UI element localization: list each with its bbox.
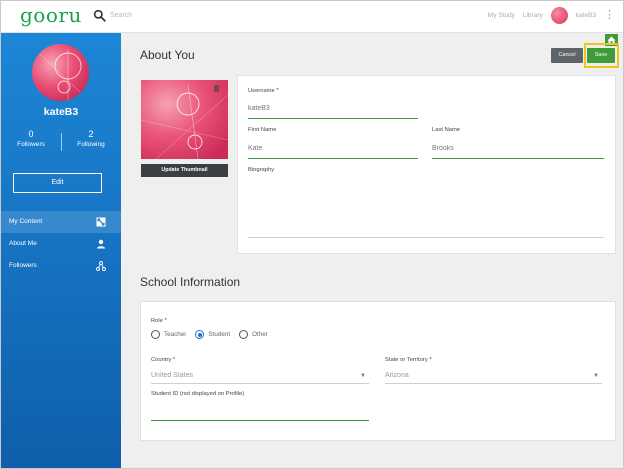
country-select[interactable]: United States — [151, 372, 193, 379]
username-field[interactable] — [248, 105, 418, 112]
country-label: Country * — [151, 357, 176, 363]
role-other-option[interactable]: Other — [239, 330, 268, 339]
state-dropdown-icon[interactable]: ▼ — [593, 373, 599, 379]
nav-library[interactable]: Library — [523, 12, 543, 19]
sidebar-menu: My Content About Me Followers — [1, 211, 121, 277]
last-name-underline — [432, 158, 604, 159]
edit-profile-button[interactable]: Edit — [13, 173, 102, 193]
first-name-field[interactable] — [248, 145, 418, 152]
state-label: State or Territory * — [385, 357, 432, 363]
role-label: Role * — [151, 318, 167, 324]
sidebar: kateB3 0 Followers 2 Following Edit My C… — [1, 33, 121, 468]
student-id-field[interactable] — [151, 407, 369, 414]
followers-label: Followers — [17, 141, 45, 148]
role-radio-group: Teacher Student Other — [151, 330, 268, 339]
search-icon[interactable] — [93, 9, 106, 22]
top-nav: My Study Library kateB3 ⋮ — [488, 7, 615, 24]
profile-thumbnail[interactable] — [141, 80, 228, 159]
stats-divider — [61, 133, 62, 151]
sidebar-item-label: Followers — [9, 262, 37, 269]
about-you-heading: About You — [140, 48, 195, 62]
sidebar-item-label: About Me — [9, 240, 37, 247]
country-underline — [151, 383, 369, 384]
search-box[interactable] — [93, 9, 170, 22]
username-underline — [248, 118, 418, 119]
update-thumbnail-button[interactable]: Update Thumbnail — [141, 164, 228, 177]
following-label: Following — [77, 141, 105, 148]
role-other-label: Other — [252, 331, 268, 338]
radio-button[interactable] — [239, 330, 249, 339]
followers-stat[interactable]: 0 Followers — [1, 129, 61, 148]
nav-username[interactable]: kateB3 — [576, 12, 596, 19]
about-form-card: Username * First Name Last Name Biograph… — [237, 75, 616, 254]
role-student-label: Student — [208, 331, 231, 338]
nav-my-study[interactable]: My Study — [488, 12, 515, 19]
school-form-card: Role * Teacher Student Other Country * U… — [140, 301, 616, 441]
following-stat[interactable]: 2 Following — [61, 129, 121, 148]
student-id-underline — [151, 420, 369, 421]
main-content: About You Cancel Save Update Thumbnail U… — [121, 33, 623, 468]
sidebar-item-about-me[interactable]: About Me — [1, 233, 121, 255]
content-icon — [96, 217, 106, 227]
person-icon — [97, 239, 105, 249]
role-teacher-option[interactable]: Teacher — [151, 330, 186, 339]
last-name-field[interactable] — [432, 145, 604, 152]
biography-underline — [248, 237, 604, 238]
first-name-underline — [248, 158, 418, 159]
first-name-label: First Name — [248, 127, 277, 133]
username-label: Username * — [248, 88, 279, 94]
more-options-icon[interactable]: ⋮ — [604, 10, 615, 21]
search-input[interactable] — [110, 12, 170, 19]
profile-username: kateB3 — [43, 106, 79, 118]
biography-field[interactable] — [248, 179, 604, 235]
state-underline — [385, 383, 602, 384]
role-teacher-label: Teacher — [164, 331, 187, 338]
radio-button[interactable] — [151, 330, 160, 339]
country-dropdown-icon[interactable]: ▼ — [360, 373, 366, 379]
state-select[interactable]: Arizona — [385, 372, 409, 379]
sidebar-item-my-content[interactable]: My Content — [1, 211, 121, 233]
app-window: gooru My Study Library kateB3 ⋮ — [0, 0, 624, 469]
following-count: 2 — [88, 129, 94, 139]
save-button[interactable]: Save — [587, 48, 615, 63]
followers-count: 0 — [28, 129, 34, 139]
radio-button-selected[interactable] — [195, 330, 205, 339]
cancel-button[interactable]: Cancel — [551, 48, 583, 63]
network-icon — [96, 261, 106, 271]
school-information-heading: School Information — [140, 275, 241, 289]
sidebar-item-followers[interactable]: Followers — [1, 255, 121, 277]
sidebar-item-label: My Content — [9, 218, 43, 225]
gooru-logo[interactable]: gooru — [20, 3, 82, 27]
role-student-option[interactable]: Student — [195, 330, 230, 339]
student-id-label: Student ID (not displayed on Profile) — [151, 391, 245, 397]
avatar[interactable] — [550, 7, 568, 24]
last-name-label: Last Name — [432, 127, 461, 133]
profile-avatar — [32, 44, 89, 101]
biography-label: Biography — [248, 167, 275, 173]
top-bar: gooru My Study Library kateB3 ⋮ — [1, 1, 623, 33]
